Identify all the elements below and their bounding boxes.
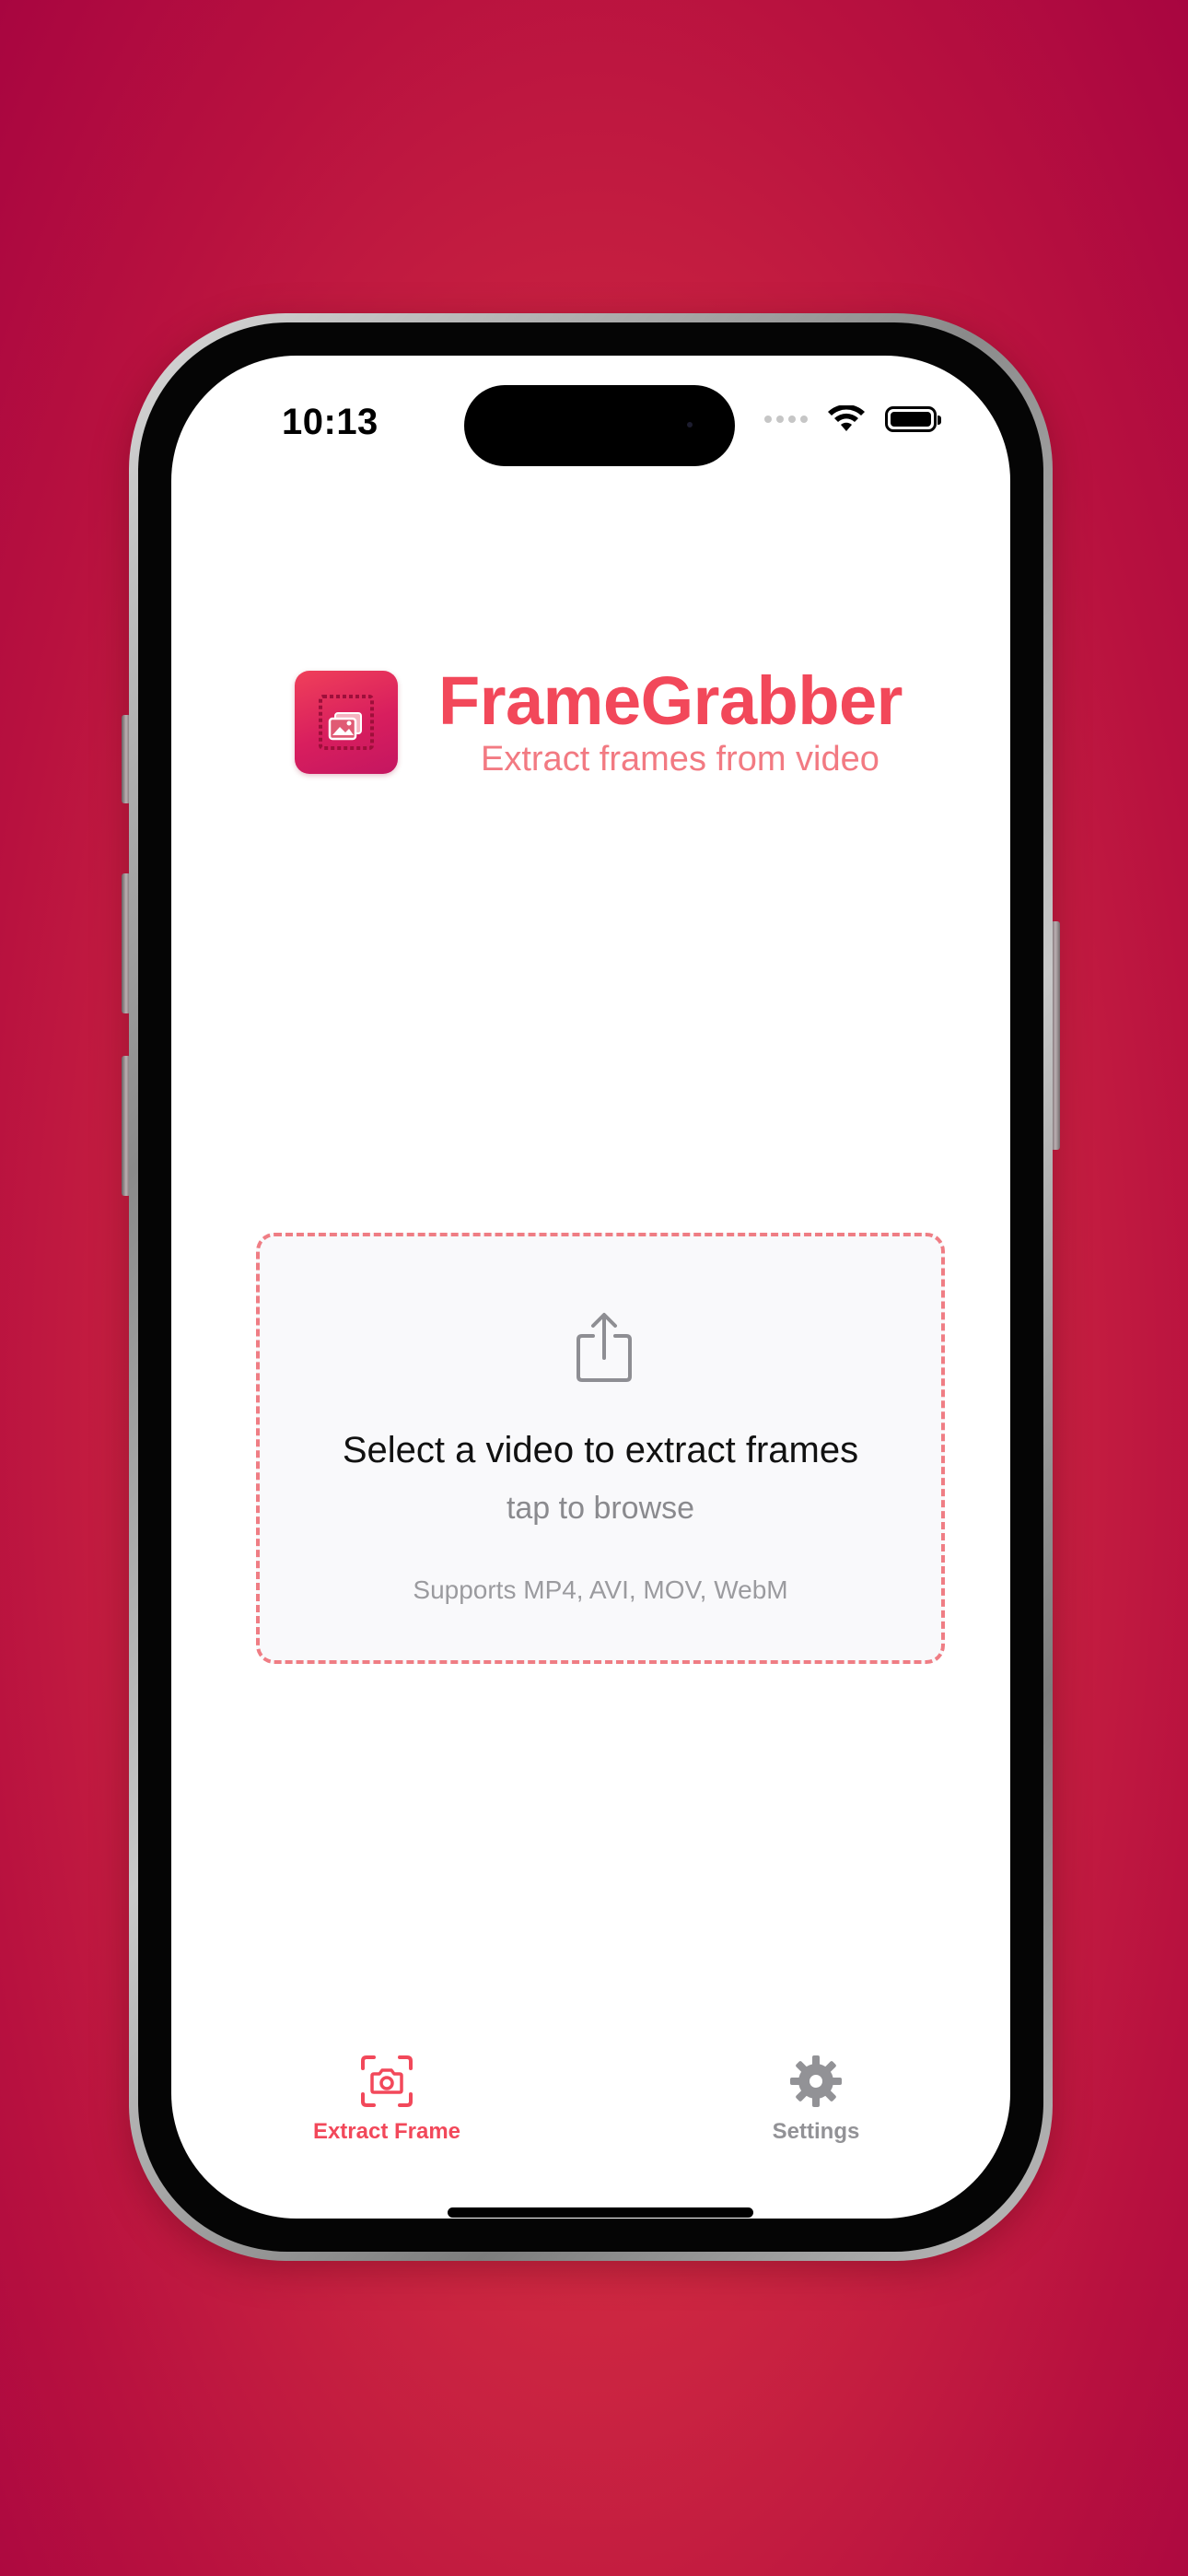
dynamic-island [464,385,735,466]
share-upload-icon [577,1313,632,1382]
status-indicators [764,405,941,433]
app-title: FrameGrabber [438,662,903,739]
tab-bar: Extract Frame Settings [171,2049,1010,2160]
battery-icon [885,406,941,432]
tab-label-settings: Settings [772,2119,860,2144]
dropzone-subtitle: tap to browse [506,1491,695,1526]
camera-viewfinder-icon [361,2055,413,2107]
gear-icon [790,2055,842,2107]
dropzone-title: Select a video to extract frames [342,1430,859,1470]
camera-dot [687,422,693,427]
supported-formats: Supports MP4, AVI, MOV, WebM [413,1575,788,1604]
wifi-icon [828,405,865,431]
status-time: 10:13 [282,402,379,442]
tab-label-extract: Extract Frame [312,2119,461,2144]
cellular-signal-icon [764,416,808,423]
video-dropzone[interactable]: Select a video to extract frames tap to … [256,1233,945,1664]
phone-bezel: 10:13 FrameGrabber Extract frames from v… [138,322,1043,2252]
app-tagline: Extract frames from video [481,740,879,779]
app-logo-icon [295,671,398,774]
home-indicator[interactable] [448,2207,753,2218]
app-header: FrameGrabber Extract frames from video [295,663,903,779]
app-screen: 10:13 FrameGrabber Extract frames from v… [171,356,1010,2219]
tab-settings[interactable]: Settings [705,2049,926,2145]
tab-extract-frame[interactable]: Extract Frame [276,2049,497,2145]
phone-frame: 10:13 FrameGrabber Extract frames from v… [129,313,1053,2261]
